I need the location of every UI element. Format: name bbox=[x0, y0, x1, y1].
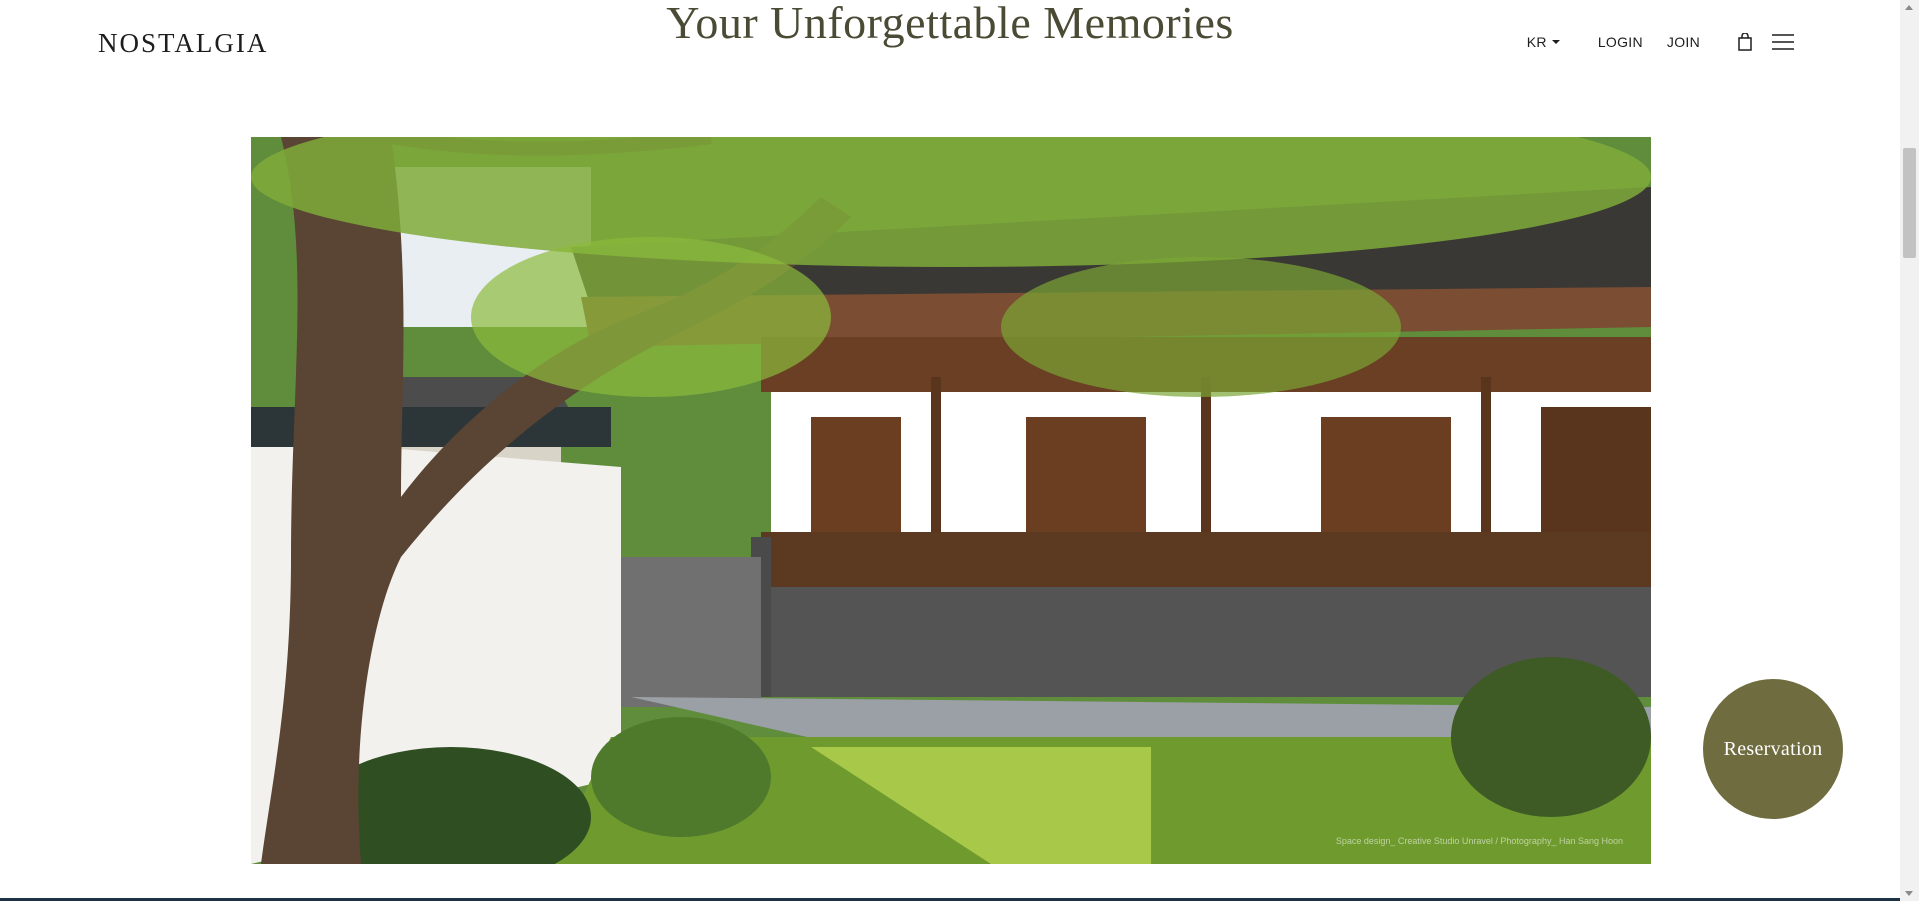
scroll-up-arrow-icon[interactable] bbox=[1905, 5, 1913, 10]
login-link[interactable]: LOGIN bbox=[1598, 34, 1643, 50]
caret-down-icon bbox=[1551, 40, 1560, 44]
photo-credit: Space design_ Creative Studio Unravel / … bbox=[1335, 836, 1623, 846]
page: NOSTALGIA Your Unforgettable Memories KR… bbox=[0, 0, 1900, 901]
hero-image-hanok-courtyard: Space design_ Creative Studio Unravel / … bbox=[251, 137, 1651, 864]
hamburger-menu-icon[interactable] bbox=[1772, 33, 1794, 51]
language-selector[interactable]: KR bbox=[1527, 34, 1560, 50]
shopping-bag-icon[interactable] bbox=[1736, 32, 1754, 52]
hanok-illustration bbox=[251, 137, 1651, 864]
vertical-scrollbar[interactable] bbox=[1900, 0, 1919, 901]
shopping-bag-icon-svg bbox=[1738, 33, 1752, 51]
join-link[interactable]: JOIN bbox=[1667, 34, 1700, 50]
hamburger-menu-icon-svg bbox=[1772, 34, 1794, 50]
top-nav: KR LOGIN JOIN bbox=[1527, 32, 1794, 52]
scrollbar-thumb[interactable] bbox=[1903, 148, 1916, 258]
scroll-down-arrow-icon[interactable] bbox=[1905, 891, 1913, 896]
reservation-button[interactable]: Reservation bbox=[1703, 679, 1843, 819]
language-label: KR bbox=[1526, 34, 1547, 50]
